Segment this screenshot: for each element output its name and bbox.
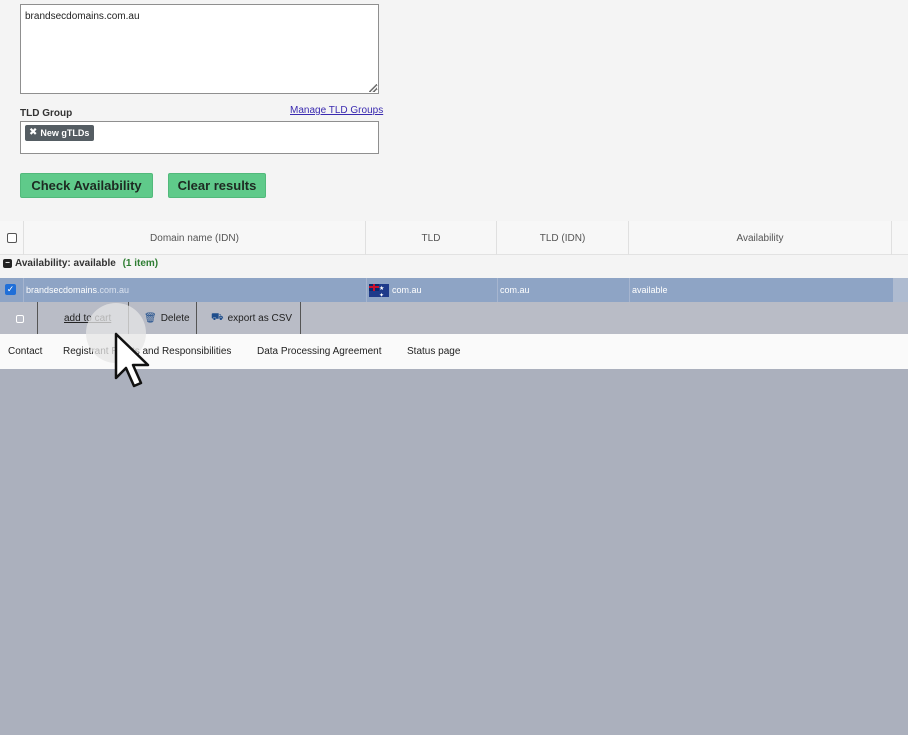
footer-link-contact[interactable]: Contact [8,346,42,357]
collapse-group-icon[interactable]: − [3,259,12,268]
column-header-domain[interactable]: Domain name (IDN) [23,221,366,255]
trash-icon: 🗑 [144,312,157,324]
availability-group-row: − Availability: available (1 item) [0,255,908,278]
tld-group-tag-label: New gTLDs [40,128,90,138]
table-row[interactable]: ✓ brandsecdomains.com.au com.au com.au a… [0,278,893,302]
results-table-header: Domain name (IDN) TLD TLD (IDN) Availabi… [0,221,908,255]
row-checkbox-checked[interactable]: ✓ [5,284,16,295]
tld-idn-value: com.au [500,285,530,295]
textarea-resize-handle[interactable] [369,84,377,92]
group-label-text: Availability: available [15,258,116,269]
domain-cell: brandsecdomains .com.au [23,278,366,302]
tld-idn-cell: com.au [497,278,629,302]
column-header-tld[interactable]: TLD [366,221,497,255]
action-bar-checkbox[interactable] [16,315,24,323]
row-scroll-gutter [893,278,908,302]
availability-cell: available [629,278,893,302]
australia-flag-icon [369,283,389,297]
remove-tag-icon[interactable]: ✖ [29,128,37,138]
clear-results-button[interactable]: Clear results [168,173,266,198]
tld-group-select[interactable]: ✖ New gTLDs [20,121,379,154]
availability-value: available [632,285,668,295]
group-item-count: (1 item) [122,258,159,269]
footer-link-status-page[interactable]: Status page [407,346,460,357]
export-csv-label: export as CSV [227,312,293,324]
footer-link-data-processing[interactable]: Data Processing Agreement [257,346,382,357]
mouse-cursor-icon [114,332,150,388]
column-header-tld-idn[interactable]: TLD (IDN) [497,221,629,255]
manage-tld-groups-link[interactable]: Manage TLD Groups [290,105,383,116]
domain-suffix: .com.au [97,285,130,295]
check-availability-button[interactable]: Check Availability [20,173,153,198]
column-header-availability[interactable]: Availability [629,221,892,255]
domain-name: brandsecdomains [26,285,98,295]
domain-search-form: TLD Group Manage TLD Groups ✖ New gTLDs … [0,0,908,221]
tld-group-label: TLD Group [20,108,73,119]
truck-icon: ⛟ [211,311,224,323]
delete-label: Delete [160,312,190,324]
export-csv-button[interactable]: ⛟ export as CSV [211,302,292,334]
tld-value: com.au [392,285,422,295]
select-all-checkbox[interactable] [7,233,17,243]
group-label: Availability: available (1 item) [15,258,158,269]
tld-cell: com.au [366,278,497,302]
tld-group-tag: ✖ New gTLDs [25,125,95,141]
domain-names-textarea[interactable] [20,4,379,94]
